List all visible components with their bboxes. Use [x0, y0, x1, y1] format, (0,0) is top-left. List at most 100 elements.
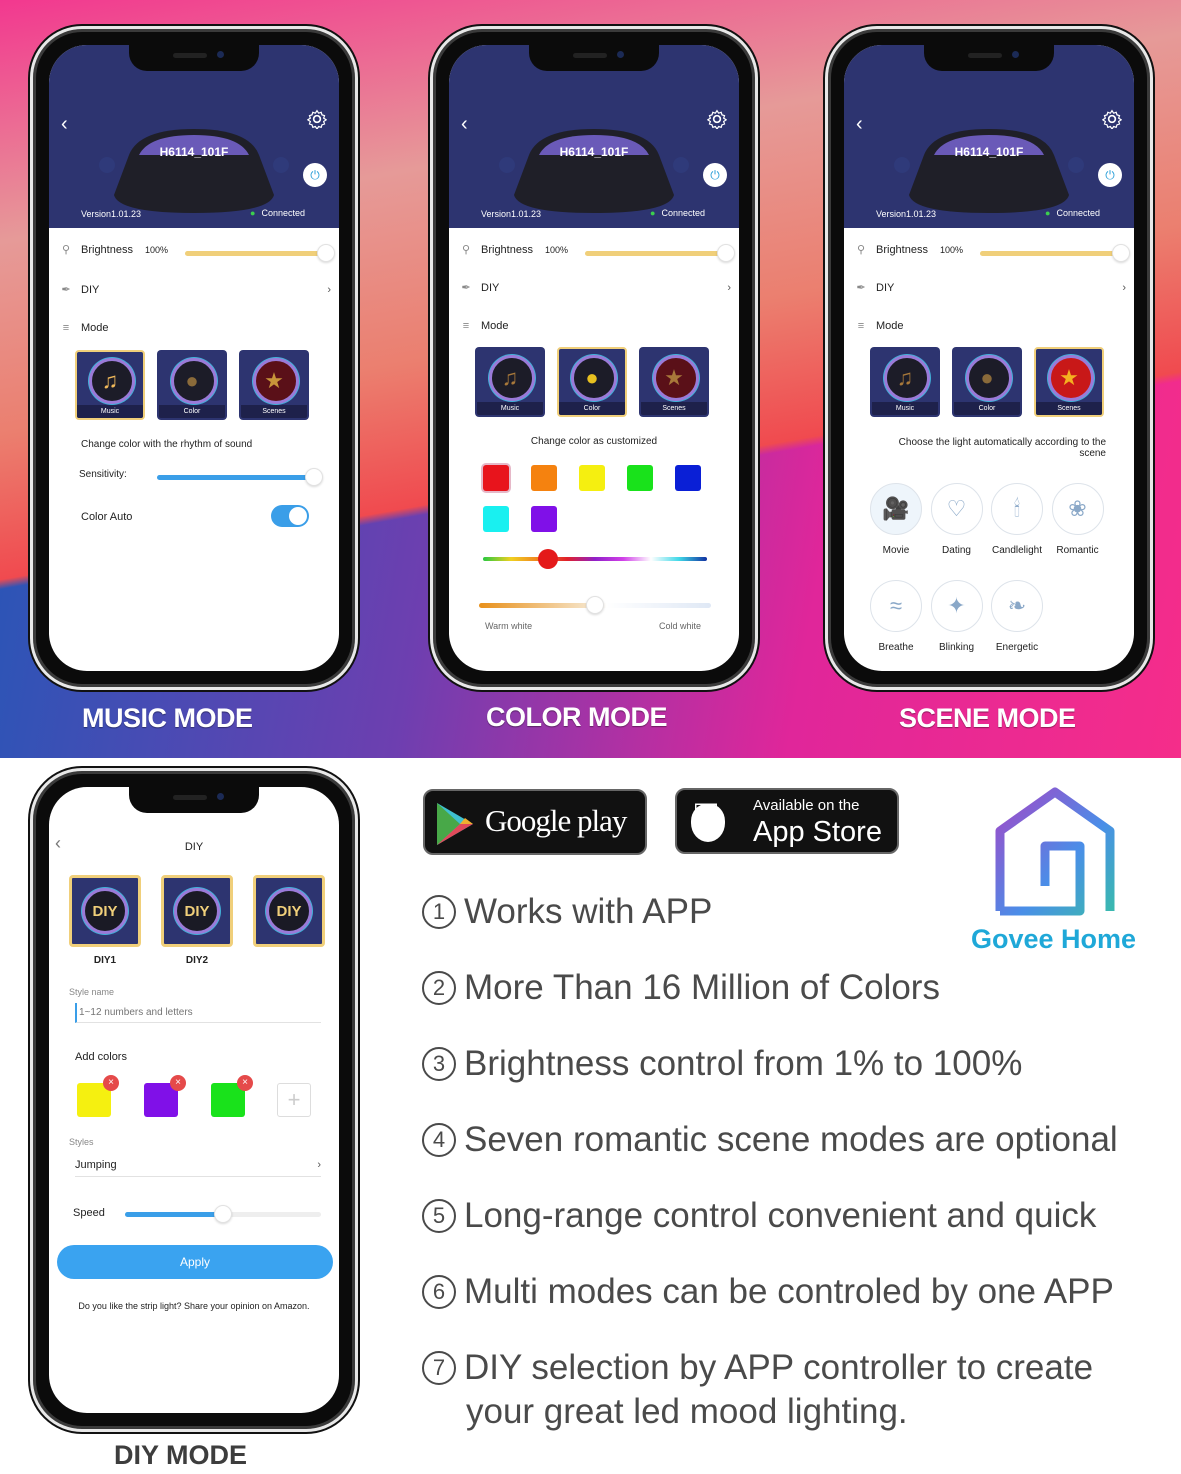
color-auto-label: Color Auto: [81, 511, 133, 523]
scene-breathe[interactable]: ≈ Breathe: [866, 580, 926, 653]
mode-tile-scenes[interactable]: ★ Scenes: [639, 347, 709, 417]
mode-tile-color[interactable]: ● Color: [952, 347, 1022, 417]
warm-white-label: Warm white: [485, 621, 533, 631]
brightness-slider-knob[interactable]: [317, 244, 335, 262]
app-store-small-text: Available on the: [753, 797, 860, 814]
brightness-slider-knob[interactable]: [1112, 244, 1130, 262]
mode-tile-color[interactable]: ● Color: [157, 350, 227, 420]
color-swatch[interactable]: [531, 465, 557, 491]
added-color-swatch[interactable]: ×: [144, 1075, 186, 1117]
app-store-badge[interactable]:  Available on the App Store: [675, 788, 899, 854]
add-color-button[interactable]: +: [277, 1083, 311, 1117]
chevron-right-icon: ›: [727, 281, 731, 294]
color-swatch[interactable]: [483, 465, 509, 491]
scene-label: Blinking: [938, 642, 975, 653]
added-color-swatch[interactable]: ×: [77, 1075, 119, 1117]
speed-label: Speed: [73, 1207, 105, 1219]
mode-tile-music[interactable]: ♫ Music: [475, 347, 545, 417]
color-swatch[interactable]: [483, 506, 509, 532]
feature-item: 4 Seven romantic scene modes are optional: [422, 1118, 1118, 1162]
scene-blinking[interactable]: ✦ Blinking: [927, 580, 987, 653]
sliders-icon: ≡: [62, 322, 70, 334]
diy-tile[interactable]: DIY: [161, 875, 233, 947]
speed-slider-fill: [125, 1212, 223, 1217]
mode-tile-color[interactable]: ● Color: [557, 347, 627, 417]
feature-item: 3 Brightness control from 1% to 100%: [422, 1042, 1022, 1086]
apply-button[interactable]: Apply: [57, 1245, 333, 1279]
brightness-slider[interactable]: [980, 251, 1120, 256]
feature-text: Seven romantic scene modes are optional: [464, 1120, 1118, 1159]
remove-color-icon[interactable]: ×: [237, 1075, 253, 1091]
device-header: ‹ H6114_101F ⏻ Version1.01.23 ● Connected: [844, 45, 1134, 228]
star-curtain-icon: ★: [264, 368, 284, 393]
speed-slider-knob[interactable]: [214, 1205, 232, 1223]
scene-movie[interactable]: 🎥 Movie: [866, 483, 926, 556]
scene-romantic[interactable]: ❀ Romantic: [1048, 483, 1108, 556]
phone-scene-mode: ‹ H6114_101F ⏻ Version1.01.23 ● Connected…: [825, 26, 1153, 690]
mode-description: Change color as customized: [530, 436, 658, 447]
color-mode-caption: COLOR MODE: [486, 702, 668, 732]
scene-energetic[interactable]: ❧ Energetic: [987, 580, 1047, 653]
feature-item: 5 Long-range control convenient and quick: [422, 1194, 1096, 1238]
power-button[interactable]: ⏻: [1098, 163, 1122, 187]
sensitivity-slider[interactable]: [157, 475, 313, 480]
color-swatch[interactable]: [675, 465, 701, 491]
phone-notch: [529, 45, 659, 71]
scene-dating[interactable]: ♡ Dating: [927, 483, 987, 556]
cold-white-label: Cold white: [658, 621, 701, 631]
remove-color-icon[interactable]: ×: [170, 1075, 186, 1091]
brightness-label: Brightness: [876, 243, 928, 256]
phone-notch: [129, 45, 259, 71]
color-swatch[interactable]: [627, 465, 653, 491]
google-play-text: Google play: [485, 803, 627, 838]
gear-icon[interactable]: [307, 109, 327, 129]
brightness-slider[interactable]: [185, 251, 325, 256]
feature-item: 7 DIY selection by APP controller to crea…: [422, 1346, 1093, 1434]
diy-label: DIY: [81, 283, 100, 296]
color-auto-toggle[interactable]: [271, 505, 309, 527]
back-icon[interactable]: ‹: [461, 113, 468, 136]
color-circles-icon: ●: [185, 368, 199, 393]
wind-icon: ≈: [870, 580, 922, 632]
color-swatch[interactable]: [579, 465, 605, 491]
brightness-slider[interactable]: [585, 251, 725, 256]
hue-slider-knob[interactable]: [537, 549, 558, 569]
power-button[interactable]: ⏻: [703, 163, 727, 187]
feature-number: 6: [422, 1275, 456, 1309]
styles-selector[interactable]: Jumping ›: [75, 1153, 321, 1177]
mode-tile-scenes[interactable]: ★ Scenes: [1034, 347, 1104, 417]
diy-tile[interactable]: DIY: [69, 875, 141, 947]
added-color-swatch[interactable]: ×: [211, 1075, 253, 1117]
diy-tile[interactable]: DIY: [253, 875, 325, 947]
feature-number: 4: [422, 1123, 456, 1157]
style-name-input[interactable]: [75, 1003, 321, 1023]
color-swatch[interactable]: [531, 506, 557, 532]
phone-notch: [129, 787, 259, 813]
hue-slider[interactable]: [483, 557, 707, 561]
mode-tile-scenes[interactable]: ★ Scenes: [239, 350, 309, 420]
power-button[interactable]: ⏻: [303, 163, 327, 187]
mode-tile-music[interactable]: ♫ Music: [75, 350, 145, 420]
sensitivity-slider-knob[interactable]: [305, 468, 323, 486]
mode-tiles: ♫ Music ● Color ★ Scenes: [475, 347, 709, 417]
scene-mode-caption: SCENE MODE: [899, 703, 1076, 733]
remove-color-icon[interactable]: ×: [103, 1075, 119, 1091]
gear-icon[interactable]: [1102, 109, 1122, 129]
diy-row[interactable]: ✒ DIY ›: [457, 281, 731, 295]
diy-row[interactable]: ✒ DIY ›: [57, 283, 331, 297]
bluetooth-icon: ●: [650, 208, 656, 218]
diy-tile-label: DIY1: [93, 955, 117, 966]
diy-row[interactable]: ✒ DIY ›: [852, 281, 1126, 295]
feather-icon: ✒: [856, 282, 866, 294]
diy-label: DIY: [481, 281, 500, 294]
scene-candlelight[interactable]: 🕯 Candlelight: [987, 483, 1047, 556]
brightness-slider-knob[interactable]: [717, 244, 735, 262]
feature-number: 2: [422, 971, 456, 1005]
google-play-badge[interactable]: Google play: [423, 789, 647, 855]
white-temperature-knob[interactable]: [586, 596, 604, 614]
gear-icon[interactable]: [707, 109, 727, 129]
mode-tile-music[interactable]: ♫ Music: [870, 347, 940, 417]
back-icon[interactable]: ‹: [856, 113, 863, 136]
scene-label: Dating: [942, 545, 971, 556]
back-icon[interactable]: ‹: [61, 113, 68, 136]
